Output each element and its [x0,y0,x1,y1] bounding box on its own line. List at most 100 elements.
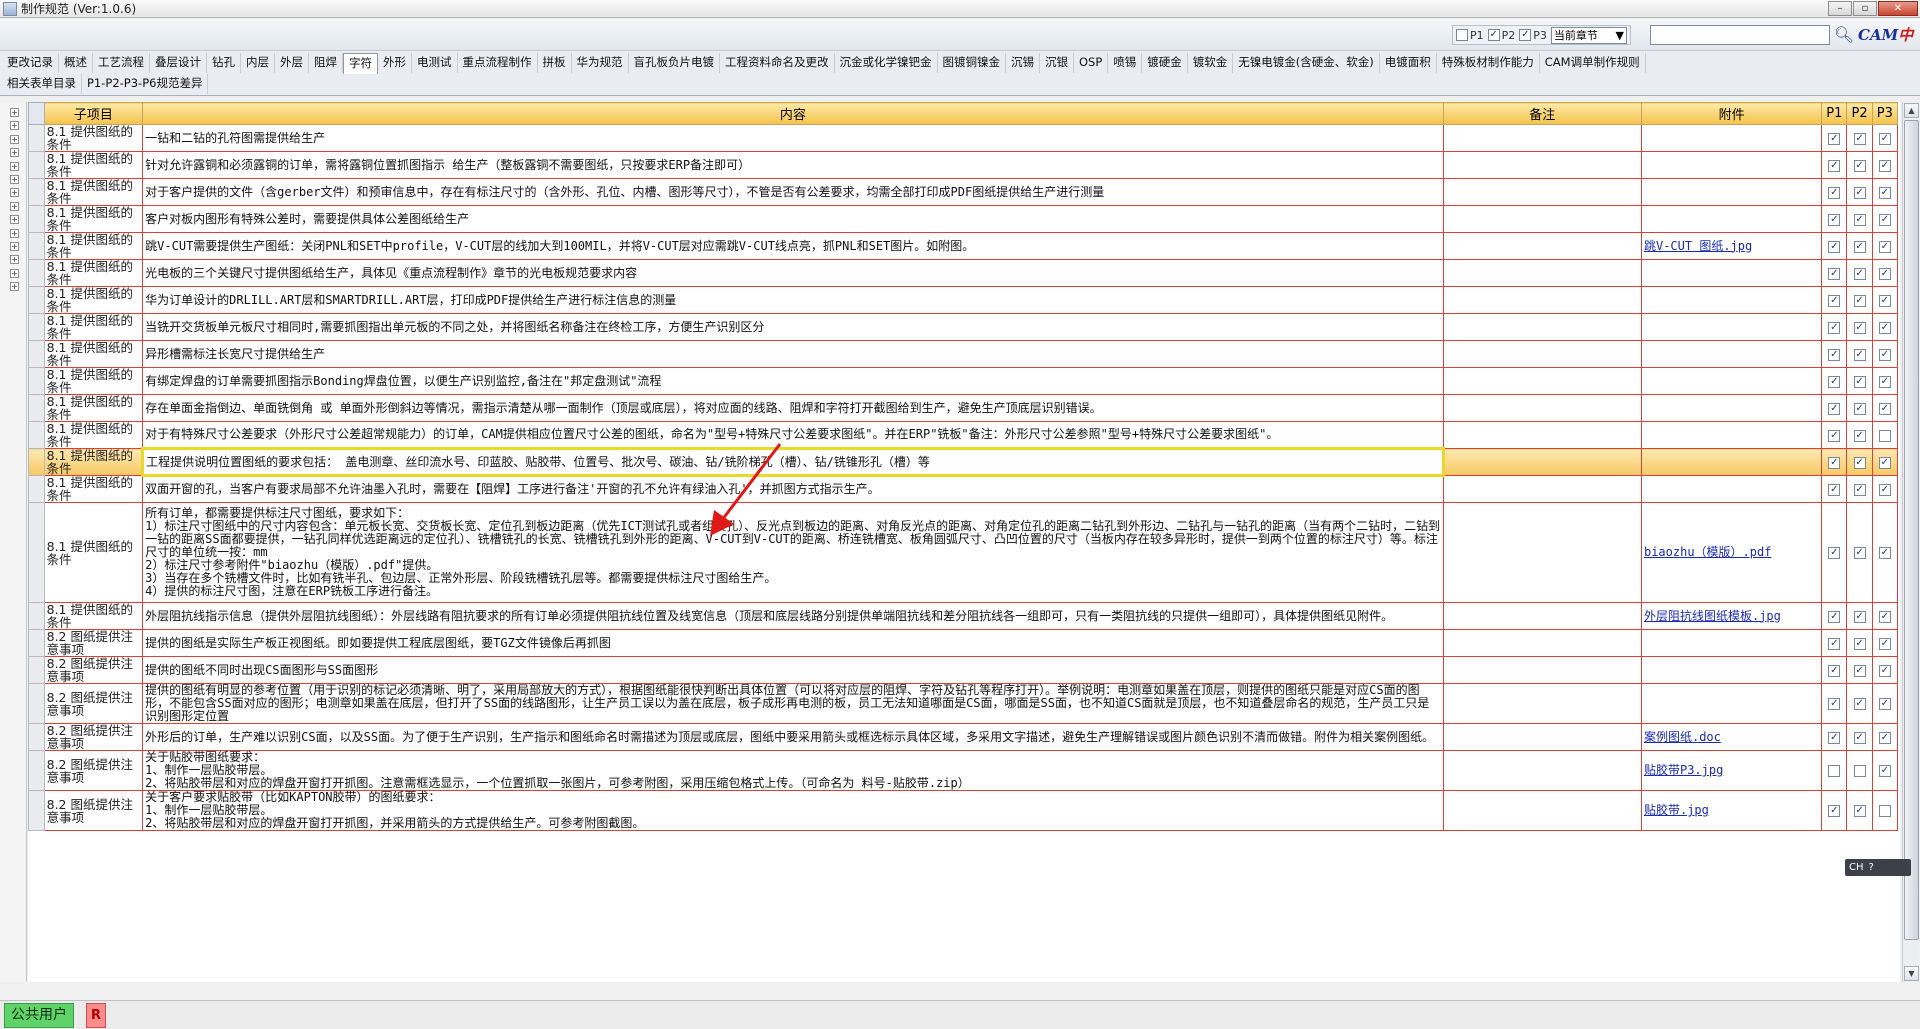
cell-remark[interactable] [1442,602,1642,630]
cell-attachment[interactable] [1640,286,1823,314]
cell-content[interactable]: 所有订单，都需要提供标注尺寸图纸，要求如下： 1）标注尺寸图纸中的尺寸内容包含：单… [142,502,1444,603]
table-row[interactable]: 8.1 提供图纸的条件 客户对板内图形有特殊公差时，需要提供具体公差图纸给生产 ✓ ✓… [28,205,1899,233]
tab-row1-7[interactable]: 阻焊 [309,53,343,73]
cell-p1[interactable]: ✓ [1821,629,1848,657]
cell-sub[interactable]: 8.1 提供图纸的条件 [43,232,144,260]
cell-sub[interactable]: 8.1 提供图纸的条件 [43,178,144,206]
cell-remark[interactable] [1442,656,1642,684]
row-header[interactable] [28,723,45,751]
cell-p1[interactable]: ✓ [1821,683,1848,724]
checkbox-icon[interactable]: ✓ [1853,610,1866,623]
checkbox-icon[interactable]: ✓ [1853,267,1866,280]
checkbox-icon[interactable]: ✓ [1853,375,1866,388]
cell-content[interactable]: 工程提供说明位置图纸的要求包括： 盖电测章、丝印流水号、印蓝胶、贴胶带、位置号、… [141,447,1445,477]
cell-attachment[interactable]: 贴胶带P3.jpg [1640,750,1823,791]
row-header[interactable] [28,205,45,233]
table-row[interactable]: 8.1 提供图纸的条件 存在单面金指倒边、单面铣倒角 或 单面外形倒斜边等情况，需… [28,394,1899,422]
cell-attachment[interactable] [1640,313,1823,341]
cell-p3[interactable]: ✓ [1871,178,1899,206]
column-header-content[interactable]: 内容 [142,102,1444,125]
cell-content[interactable]: 关于客户要求贴胶带（比如KAPTON胶带）的图纸要求： 1、制作一层贴胶带层。 2、… [142,790,1444,831]
table-row[interactable]: 8.1 提供图纸的条件 双面开窗的孔，当客户有要求局部不允许油墨入孔时，需要在【阻… [28,475,1899,503]
cell-remark[interactable] [1442,124,1642,152]
restore-button[interactable]: ▫ [1853,1,1877,16]
cell-sub[interactable]: 8.2 图纸提供注意事项 [43,790,144,831]
scope-select[interactable]: 当前章节 ▼ [1550,26,1627,44]
cell-attachment[interactable] [1640,683,1823,724]
tab-row1-18[interactable]: 沉锡 [1006,53,1040,73]
cell-remark[interactable] [1442,750,1642,791]
cell-p1[interactable]: ✓ [1821,475,1848,503]
table-row[interactable]: 8.1 提供图纸的条件 异形槽需标注长宽尺寸提供给生产 ✓ ✓ ✓ [28,340,1899,368]
cell-content[interactable]: 跳V-CUT需要提供生产图纸：关闭PNL和SET中profile，V-CUT层的… [142,232,1444,260]
filter-p3[interactable]: ✓ P3 [1519,29,1547,42]
cell-attachment[interactable] [1640,340,1823,368]
checkbox-icon[interactable]: ✓ [1853,132,1866,145]
tab-row1-22[interactable]: 镀硬金 [1142,53,1188,73]
cell-p2[interactable]: ✓ [1846,259,1873,287]
close-button[interactable]: ✕ [1878,1,1918,16]
row-header[interactable] [28,313,45,341]
cell-p3[interactable]: ✓ [1871,448,1899,476]
tab-row1-0[interactable]: 更改记录 [2,53,59,73]
cell-attachment[interactable] [1640,421,1823,449]
expand-node-icon[interactable]: + [10,161,19,171]
tab-row1-13[interactable]: 华为规范 [572,53,629,73]
checkbox-icon[interactable]: ✓ [1853,402,1866,415]
filter-p1[interactable]: P1 [1456,29,1484,42]
checkbox-icon[interactable]: ✓ [1853,805,1866,818]
cell-sub[interactable]: 8.2 图纸提供注意事项 [43,723,144,751]
column-header-p2[interactable]: P2 [1846,102,1873,125]
cell-p2[interactable]: ✓ [1846,502,1873,603]
tab-row1-24[interactable]: 无镍电镀金(含硬金、软金) [1233,53,1380,73]
cell-sub[interactable]: 8.1 提供图纸的条件 [43,448,144,476]
cell-p3[interactable] [1871,790,1899,831]
tab-row1-20[interactable]: OSP [1074,53,1109,73]
table-row[interactable]: 8.2 图纸提供注意事项 关于贴胶带图纸要求： 1、制作一层贴胶带层。 2、将贴胶带层… [28,750,1899,791]
cell-p3[interactable]: ✓ [1871,340,1899,368]
cell-content[interactable]: 异形槽需标注长宽尺寸提供给生产 [142,340,1444,368]
table-row[interactable]: 8.1 提供图纸的条件 针对允许露铜和必须露铜的订单，需将露铜位置抓图指示 给生产… [28,151,1899,179]
checkbox-icon[interactable] [1853,765,1866,778]
expand-node-icon[interactable]: + [10,134,19,144]
checkbox-icon[interactable]: ✓ [1853,547,1866,560]
cell-sub[interactable]: 8.1 提供图纸的条件 [43,421,144,449]
cell-remark[interactable] [1442,790,1642,831]
cell-p1[interactable]: ✓ [1821,723,1848,751]
checkbox-icon[interactable]: ✓ [1828,321,1841,334]
cell-sub[interactable]: 8.1 提供图纸的条件 [43,286,144,314]
cell-p1[interactable]: ✓ [1821,340,1848,368]
tab-row1-17[interactable]: 图镀铜镍金 [938,53,1006,73]
checkbox-icon[interactable]: ✓ [1853,186,1866,199]
ime-toolbar[interactable]: CH ? [1845,859,1911,876]
checkbox-icon[interactable]: ✓ [1828,805,1841,818]
cell-attachment[interactable] [1640,394,1823,422]
row-header[interactable] [28,656,45,684]
expand-node-icon[interactable]: + [10,268,19,278]
cell-attachment[interactable]: 贴胶带.jpg [1640,790,1823,831]
row-header[interactable] [28,151,45,179]
row-header[interactable] [28,178,45,206]
cell-content[interactable]: 光电板的三个关键尺寸提供图纸给生产，具体见《重点流程制作》章节的光电板规范要求内… [142,259,1444,287]
expand-node-icon[interactable]: + [10,228,19,238]
cell-p3[interactable]: ✓ [1871,723,1899,751]
checkbox-icon[interactable]: ✓ [1519,29,1532,41]
grid-corner[interactable] [28,102,45,125]
cell-p1[interactable]: ✓ [1821,286,1848,314]
cell-content[interactable]: 有绑定焊盘的订单需要抓图指示Bonding焊盘位置，以便生产识别监控,备注在"邦… [142,367,1444,395]
checkbox-icon[interactable]: ✓ [1878,547,1891,560]
cell-p2[interactable]: ✓ [1846,656,1873,684]
cell-remark[interactable] [1442,475,1642,503]
tab-row1-25[interactable]: 电镀面积 [1380,53,1437,73]
cell-remark[interactable] [1442,151,1642,179]
cell-content[interactable]: 客户对板内图形有特殊公差时，需要提供具体公差图纸给生产 [142,205,1444,233]
cell-p2[interactable]: ✓ [1846,340,1873,368]
cell-content[interactable]: 外形后的订单，生产难以识别CS面，以及SS面。为了便于生产识别，生产指示和图纸命… [142,723,1444,751]
cell-p2[interactable]: ✓ [1846,313,1873,341]
checkbox-icon[interactable]: ✓ [1878,698,1891,711]
table-row[interactable]: 8.1 提供图纸的条件 对于客户提供的文件（含gerber文件）和预审信息中，存在… [28,178,1899,206]
cell-remark[interactable] [1442,629,1642,657]
checkbox-icon[interactable]: ✓ [1853,456,1866,469]
expand-node-icon[interactable]: + [10,148,19,158]
cell-content[interactable]: 提供的图纸有明显的参考位置（用于识别的标记必须清晰、明了，采用局部放大的方式），… [142,683,1444,724]
